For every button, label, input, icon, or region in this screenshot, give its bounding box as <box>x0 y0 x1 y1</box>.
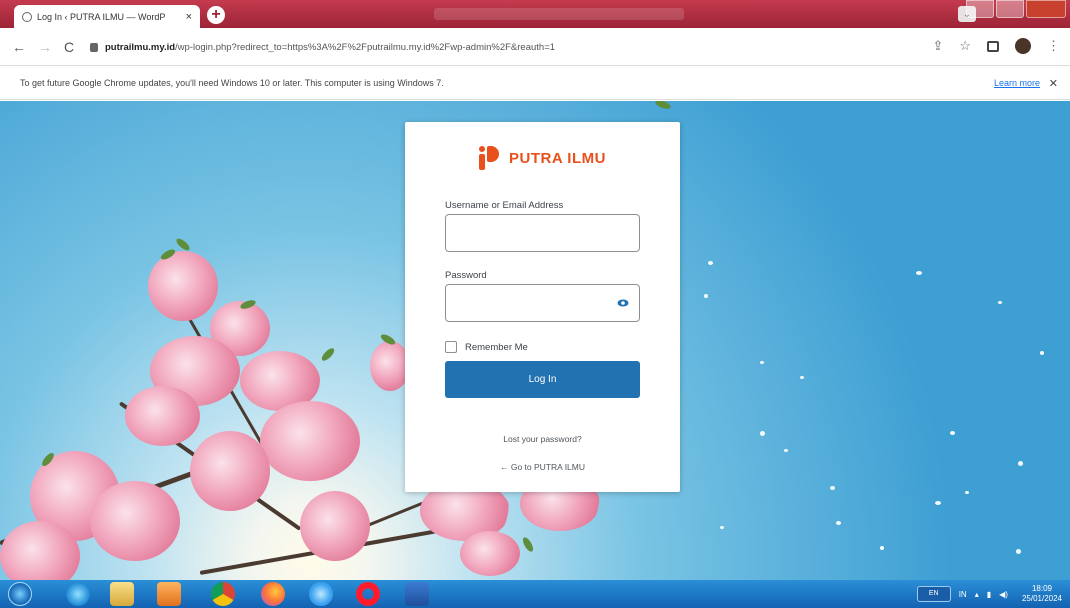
clock[interactable]: 18:09 25/01/2024 <box>1022 584 1062 604</box>
back-button[interactable]: ← <box>12 39 26 55</box>
minimize-button[interactable] <box>966 0 994 18</box>
url-host: putrailmu.my.id <box>105 41 176 53</box>
putra-ilmu-logo-icon <box>479 146 500 170</box>
windows-taskbar: EN IN ▴ ▮ ◀) 18:09 25/01/2024 <box>0 580 1070 608</box>
edge-icon[interactable] <box>309 582 333 606</box>
petal <box>916 271 922 275</box>
petal <box>830 486 835 490</box>
input-method[interactable]: IN <box>959 590 967 599</box>
toolbar-actions: ⇪ ☆ ⋮ <box>932 38 1060 54</box>
browser-toolbar: ← → C putrailmu.my.id /wp-login.php?redi… <box>0 28 1070 66</box>
leaf <box>174 236 192 253</box>
password-label: Password <box>445 270 487 281</box>
browser-titlebar: Log In ‹ PUTRA ILMU — WordP × + ⌄ <box>0 0 1070 28</box>
address-bar[interactable]: putrailmu.my.id /wp-login.php?redirect_t… <box>90 35 990 59</box>
login-button[interactable]: Log In <box>445 361 640 398</box>
system-tray: EN IN ▴ ▮ ◀) 18:09 25/01/2024 <box>916 584 1062 604</box>
leaf <box>654 101 672 111</box>
tab-close-icon[interactable]: × <box>186 11 192 23</box>
blossom <box>90 481 180 561</box>
url-path: /wp-login.php?redirect_to=https%3A%2F%2F… <box>175 41 556 53</box>
remember-me-checkbox[interactable] <box>445 341 457 353</box>
window-title-blurred <box>434 8 684 20</box>
start-button[interactable] <box>4 580 34 608</box>
media-player-icon[interactable] <box>157 582 181 606</box>
petal <box>950 431 955 435</box>
leaf <box>520 535 536 554</box>
petal <box>965 491 969 494</box>
internet-explorer-icon[interactable] <box>66 582 90 606</box>
tab-title: Log In ‹ PUTRA ILMU — WordP <box>37 11 166 22</box>
petal <box>760 361 764 364</box>
clock-time: 18:09 <box>1031 584 1052 593</box>
bookmark-star-icon[interactable]: ☆ <box>959 38 971 54</box>
brand-name: PUTRA ILMU <box>509 149 606 167</box>
petal <box>708 261 713 265</box>
blossom <box>370 341 410 391</box>
file-explorer-icon[interactable] <box>110 582 134 606</box>
show-password-icon[interactable] <box>617 297 629 309</box>
globe-icon <box>22 11 32 22</box>
back-to-site-link[interactable]: ← Go to PUTRA ILMU <box>405 462 680 472</box>
nav-buttons: ← → C <box>12 39 82 55</box>
blossom <box>300 491 370 561</box>
petal <box>998 301 1002 304</box>
menu-icon[interactable]: ⋮ <box>1047 38 1060 54</box>
word-icon[interactable] <box>405 582 429 606</box>
petal <box>784 449 788 452</box>
profile-avatar[interactable] <box>1015 38 1031 54</box>
chrome-icon[interactable] <box>211 582 235 606</box>
learn-more-link[interactable]: Learn more <box>994 78 1040 88</box>
site-logo[interactable]: PUTRA ILMU <box>405 146 680 170</box>
petal <box>720 526 724 529</box>
infobar-close-icon[interactable]: ✕ <box>1049 77 1058 90</box>
network-icon[interactable]: ▮ <box>987 590 991 599</box>
extensions-icon[interactable] <box>987 40 999 52</box>
remember-me-label: Remember Me <box>465 341 528 353</box>
login-card: PUTRA ILMU Username or Email Address Pas… <box>405 122 680 492</box>
blossom <box>125 386 200 446</box>
leaf <box>319 346 337 363</box>
lost-password-link[interactable]: Lost your password? <box>405 434 680 444</box>
maximize-button[interactable] <box>996 0 1024 18</box>
share-icon[interactable]: ⇪ <box>932 38 943 54</box>
blossom <box>190 431 270 511</box>
blossom <box>148 251 218 321</box>
window-controls <box>966 0 1066 18</box>
opera-icon[interactable] <box>356 582 380 606</box>
username-input[interactable] <box>445 214 640 252</box>
blossom <box>460 531 520 576</box>
remember-me[interactable]: Remember Me <box>445 341 528 353</box>
petal <box>935 501 941 505</box>
password-input[interactable] <box>445 284 640 322</box>
petal <box>1018 461 1023 466</box>
petal <box>880 546 884 550</box>
username-label: Username or Email Address <box>445 200 564 211</box>
volume-icon[interactable]: ◀) <box>999 590 1008 599</box>
clock-date: 25/01/2024 <box>1021 594 1062 603</box>
show-hidden-icons[interactable]: ▴ <box>975 590 979 599</box>
firefox-icon[interactable] <box>261 582 285 606</box>
blossom <box>260 401 360 481</box>
language-indicator[interactable]: EN <box>916 586 951 602</box>
update-infobar: To get future Google Chrome updates, you… <box>0 67 1070 100</box>
forward-button[interactable]: → <box>38 39 52 55</box>
browser-tab-active[interactable]: Log In ‹ PUTRA ILMU — WordP × <box>14 5 200 28</box>
petal <box>1016 549 1021 554</box>
petal <box>800 376 804 379</box>
new-tab-button[interactable]: + <box>207 6 225 24</box>
infobar-message: To get future Google Chrome updates, you… <box>20 78 444 88</box>
lock-icon[interactable] <box>90 42 98 52</box>
petal <box>1040 351 1044 355</box>
petal <box>704 294 708 298</box>
petal <box>836 521 841 525</box>
petal <box>760 431 765 436</box>
reload-button[interactable]: C <box>64 39 74 55</box>
close-window-button[interactable] <box>1026 0 1066 18</box>
